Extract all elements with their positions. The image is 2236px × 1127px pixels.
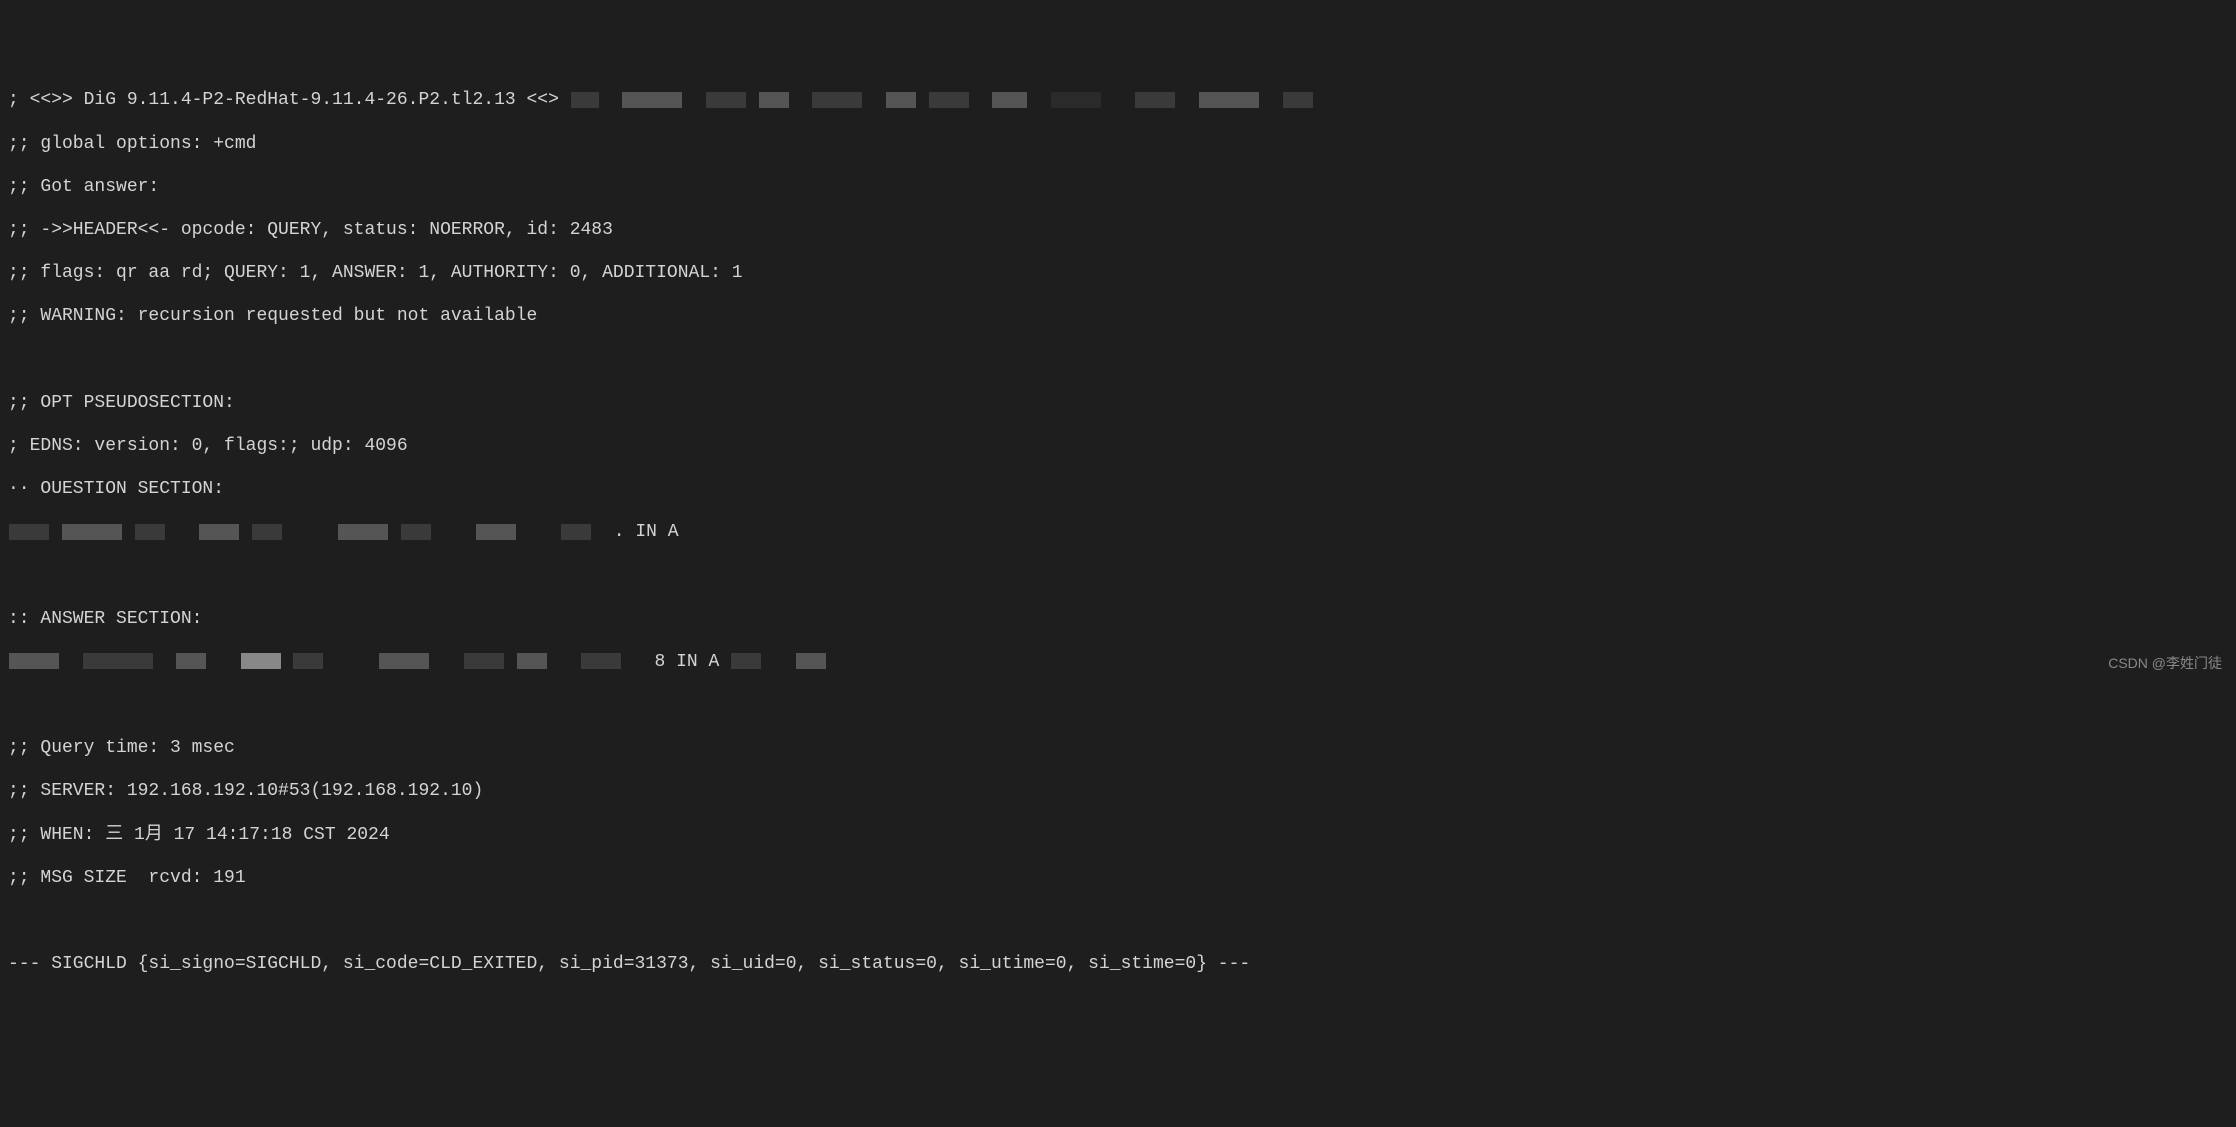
text: ; <<>> DiG 9.11.4-P2-RedHat-9.11.4-26.P2… xyxy=(8,90,559,110)
text: ; EDNS: version: 0, flags:; udp: 4096 xyxy=(8,436,408,456)
terminal-line: ;; OPT PSEUDOSECTION: xyxy=(8,393,2228,415)
redacted-block xyxy=(252,524,282,540)
redacted-block xyxy=(581,653,621,669)
text: ;; flags: qr aa rd; QUERY: 1, ANSWER: 1,… xyxy=(8,263,743,283)
redacted-block xyxy=(338,524,388,540)
terminal-line: ;; SERVER: 192.168.192.10#53(192.168.192… xyxy=(8,781,2228,803)
terminal-line: 8 IN A xyxy=(8,652,2228,674)
terminal-line: ; <<>> DiG 9.11.4-P2-RedHat-9.11.4-26.P2… xyxy=(8,90,2228,112)
text: --- SIGCHLD {si_signo=SIGCHLD, si_code=C… xyxy=(8,954,1250,974)
redacted-block xyxy=(9,524,49,540)
text: ;; global options: +cmd xyxy=(8,134,256,154)
redacted-block xyxy=(135,524,165,540)
terminal-line: ;; Got answer: xyxy=(8,177,2228,199)
terminal-line: ;; Query time: 3 msec xyxy=(8,738,2228,760)
terminal-line: ;; ->>HEADER<<- opcode: QUERY, status: N… xyxy=(8,220,2228,242)
text: ;; WARNING: recursion requested but not … xyxy=(8,306,537,326)
redacted-block xyxy=(401,524,431,540)
terminal-line: . IN A xyxy=(8,522,2228,544)
redacted-block xyxy=(9,653,59,669)
watermark: CSDN @李姓门徒 xyxy=(2108,655,2222,672)
redacted-block xyxy=(241,653,281,669)
redacted-block xyxy=(1135,92,1175,108)
redacted-block xyxy=(796,653,826,669)
redacted-block xyxy=(731,653,761,669)
text: ·· OUESTION SECTION: xyxy=(8,479,224,499)
redacted-block xyxy=(1051,92,1101,108)
terminal-line: ;; WHEN: 三 1月 17 14:17:18 CST 2024 xyxy=(8,825,2228,847)
text: ;; Got answer: xyxy=(8,177,159,197)
redacted-block xyxy=(561,524,591,540)
redacted-block xyxy=(886,92,916,108)
terminal-line: ;; flags: qr aa rd; QUERY: 1, ANSWER: 1,… xyxy=(8,263,2228,285)
redacted-block xyxy=(293,653,323,669)
redacted-block xyxy=(706,92,746,108)
terminal-line xyxy=(8,565,2228,587)
redacted-block xyxy=(992,92,1027,108)
terminal-line: ;; MSG SIZE rcvd: 191 xyxy=(8,868,2228,890)
text: 8 IN A xyxy=(654,652,719,672)
redacted-block xyxy=(1283,92,1313,108)
terminal-line: ;; global options: +cmd xyxy=(8,134,2228,156)
redacted-block xyxy=(83,653,153,669)
redacted-block xyxy=(379,653,429,669)
redacted-block xyxy=(929,92,969,108)
text: ;; MSG SIZE rcvd: 191 xyxy=(8,868,246,888)
redacted-block xyxy=(812,92,862,108)
terminal-line: :: ANSWER SECTION: xyxy=(8,609,2228,631)
terminal-line: ·· OUESTION SECTION: xyxy=(8,479,2228,501)
redacted-block xyxy=(199,524,239,540)
text: ;; OPT PSEUDOSECTION: xyxy=(8,393,235,413)
redacted-block xyxy=(622,92,682,108)
redacted-block xyxy=(62,524,122,540)
text: ;; WHEN: 三 1月 17 14:17:18 CST 2024 xyxy=(8,825,390,845)
text: ;; Query time: 3 msec xyxy=(8,738,235,758)
redacted-block xyxy=(571,92,599,108)
text: :: ANSWER SECTION: xyxy=(8,609,202,629)
terminal-line xyxy=(8,350,2228,372)
terminal-line xyxy=(8,911,2228,933)
redacted-block xyxy=(176,653,206,669)
text: . IN A xyxy=(614,522,679,542)
terminal-line: --- SIGCHLD {si_signo=SIGCHLD, si_code=C… xyxy=(8,954,2228,976)
text: ;; ->>HEADER<<- opcode: QUERY, status: N… xyxy=(8,220,613,240)
redacted-block xyxy=(476,524,516,540)
terminal-line: ; EDNS: version: 0, flags:; udp: 4096 xyxy=(8,436,2228,458)
redacted-block xyxy=(759,92,789,108)
terminal-line xyxy=(8,695,2228,717)
terminal-line: ;; WARNING: recursion requested but not … xyxy=(8,306,2228,328)
redacted-block xyxy=(1199,92,1259,108)
text: ;; SERVER: 192.168.192.10#53(192.168.192… xyxy=(8,781,483,801)
redacted-block xyxy=(517,653,547,669)
redacted-block xyxy=(464,653,504,669)
